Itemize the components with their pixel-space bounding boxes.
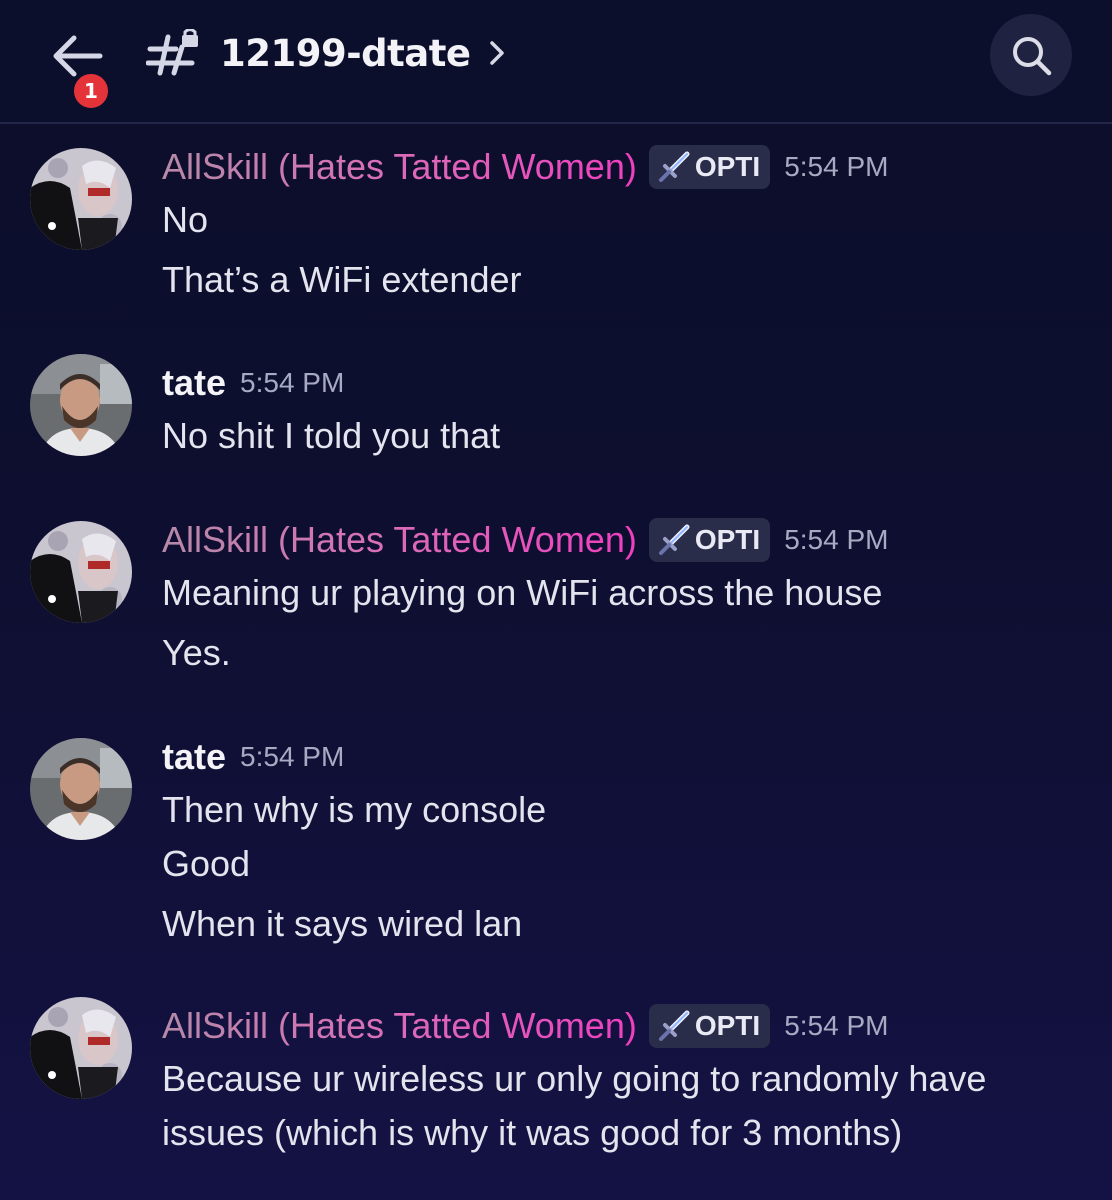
- message-text: Then why is my console: [162, 789, 547, 830]
- search-icon: [1013, 37, 1052, 76]
- sword-icon: [658, 524, 690, 555]
- timestamp: 5:54 PM: [240, 367, 345, 398]
- channel-header: 1 12199-dtate: [0, 0, 1112, 124]
- message-header: AllSkill (Hates Tatted Women) OPTI 5:54 …: [162, 142, 888, 192]
- notification-badge: 1: [70, 70, 112, 112]
- author-name[interactable]: AllSkill (Hates Tatted Women): [162, 146, 637, 188]
- timestamp: 5:54 PM: [784, 151, 889, 182]
- message-header: AllSkill (Hates Tatted Women) OPTI 5:54 …: [162, 515, 888, 565]
- message-text: Good: [162, 843, 251, 884]
- back-button[interactable]: 1: [40, 28, 112, 112]
- message-text: No shit I told you that: [162, 415, 501, 456]
- timestamp: 5:54 PM: [784, 524, 889, 555]
- sword-icon: [658, 151, 690, 182]
- message-text: When it says wired lan: [162, 903, 523, 944]
- role-tag[interactable]: OPTI: [648, 1004, 771, 1048]
- role-label: OPTI: [694, 1010, 761, 1041]
- message-text: Meaning ur playing on WiFi across the ho…: [162, 572, 883, 613]
- message-text: Because ur wireless ur only going to ran…: [162, 1058, 987, 1099]
- role-label: OPTI: [694, 151, 761, 182]
- author-name[interactable]: tate: [162, 736, 226, 778]
- sword-icon: [658, 1010, 690, 1041]
- avatar-allskill[interactable]: [30, 521, 132, 623]
- avatar-tate[interactable]: [30, 738, 132, 840]
- channel-title-button[interactable]: 12199-dtate: [146, 26, 505, 80]
- message-header: tate 5:54 PM: [162, 358, 344, 408]
- hashtag-lock-icon: [146, 29, 198, 76]
- avatar-tate[interactable]: [30, 354, 132, 456]
- avatar-allskill[interactable]: [30, 997, 132, 1099]
- role-label: OPTI: [694, 524, 761, 555]
- role-tag[interactable]: OPTI: [648, 518, 771, 562]
- message-header: AllSkill (Hates Tatted Women) OPTI 5:54 …: [162, 1001, 888, 1051]
- author-name[interactable]: tate: [162, 362, 226, 404]
- message-text: issues (which is why it was good for 3 m…: [162, 1112, 903, 1153]
- message-header: tate 5:54 PM: [162, 732, 344, 782]
- timestamp: 5:54 PM: [240, 741, 345, 772]
- author-name[interactable]: AllSkill (Hates Tatted Women): [162, 1005, 637, 1047]
- channel-name: 12199-dtate: [220, 31, 471, 75]
- search-button[interactable]: [990, 14, 1072, 96]
- message-text: That’s a WiFi extender: [162, 259, 522, 300]
- author-name[interactable]: AllSkill (Hates Tatted Women): [162, 519, 637, 561]
- timestamp: 5:54 PM: [784, 1010, 889, 1041]
- chevron-right-icon: [489, 41, 504, 65]
- role-tag[interactable]: OPTI: [648, 145, 771, 189]
- message-text: Yes.: [162, 632, 231, 673]
- avatar-allskill[interactable]: [30, 148, 132, 250]
- message-text: No: [162, 199, 209, 240]
